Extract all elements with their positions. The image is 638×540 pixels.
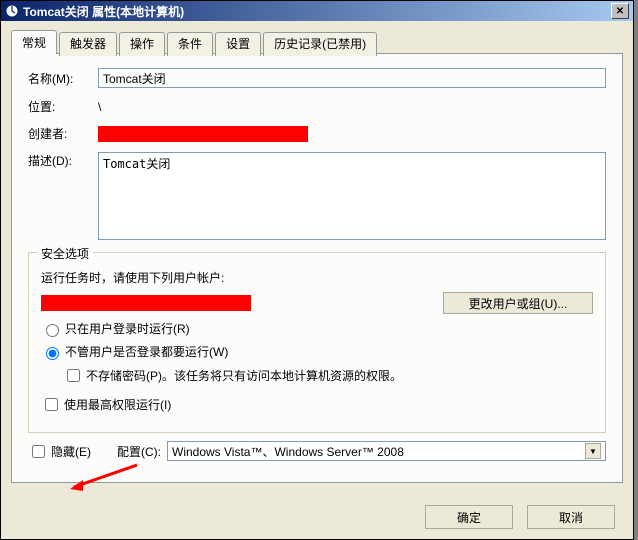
tab-actions[interactable]: 操作 bbox=[119, 32, 165, 56]
app-icon bbox=[5, 4, 19, 18]
location-label: 位置: bbox=[28, 98, 98, 115]
cancel-button[interactable]: 取消 bbox=[527, 505, 615, 529]
no-store-pwd-label: 不存储密码(P)。该任务将只有访问本地计算机资源的权限。 bbox=[86, 367, 402, 384]
dialog-buttons: 确定 取消 bbox=[425, 505, 615, 529]
highest-priv-check[interactable] bbox=[45, 398, 58, 411]
name-input[interactable] bbox=[98, 68, 606, 88]
configure-select[interactable]: Windows Vista™、Windows Server™ 2008 ▼ bbox=[167, 441, 606, 461]
tab-general[interactable]: 常规 bbox=[11, 30, 57, 54]
author-redacted bbox=[98, 126, 308, 142]
titlebar[interactable]: Tomcat关闭 属性(本地计算机) ✕ bbox=[1, 1, 633, 21]
chevron-down-icon: ▼ bbox=[585, 443, 601, 459]
configure-value: Windows Vista™、Windows Server™ 2008 bbox=[172, 443, 404, 460]
hidden-label: 隐藏(E) bbox=[51, 443, 101, 460]
tab-strip: 常规 触发器 操作 条件 设置 历史记录(已禁用) bbox=[11, 30, 623, 54]
description-label: 描述(D): bbox=[28, 152, 98, 169]
account-redacted bbox=[41, 295, 251, 311]
annotation-arrow-icon bbox=[69, 463, 139, 495]
tab-triggers[interactable]: 触发器 bbox=[59, 32, 117, 56]
tab-history[interactable]: 历史记录(已禁用) bbox=[263, 32, 377, 56]
description-input[interactable] bbox=[98, 152, 606, 240]
run-whether-label: 不管用户是否登录都要运行(W) bbox=[65, 343, 228, 360]
tab-settings[interactable]: 设置 bbox=[215, 32, 261, 56]
properties-dialog: Tomcat关闭 属性(本地计算机) ✕ 常规 触发器 操作 条件 设置 历史记… bbox=[0, 0, 634, 540]
run-whether-radio[interactable] bbox=[46, 347, 59, 360]
general-panel: 名称(M): 位置: \ 创建者: 描述(D): 安全选项 运行任务时，请使用下… bbox=[11, 53, 623, 483]
only-logged-label: 只在用户登录时运行(R) bbox=[65, 320, 190, 337]
security-options-group: 安全选项 运行任务时，请使用下列用户帐户: 更改用户或组(U)... 只在用户登… bbox=[28, 252, 606, 433]
hidden-check[interactable] bbox=[32, 445, 45, 458]
only-logged-radio[interactable] bbox=[46, 324, 59, 337]
security-legend: 安全选项 bbox=[37, 245, 93, 262]
ok-button[interactable]: 确定 bbox=[425, 505, 513, 529]
change-user-button[interactable]: 更改用户或组(U)... bbox=[443, 292, 593, 314]
location-value: \ bbox=[98, 100, 101, 114]
configure-label: 配置(C): bbox=[101, 443, 161, 460]
tab-conditions[interactable]: 条件 bbox=[167, 32, 213, 56]
window-title: Tomcat关闭 属性(本地计算机) bbox=[23, 3, 611, 20]
highest-priv-label: 使用最高权限运行(I) bbox=[64, 396, 171, 413]
run-as-label: 运行任务时，请使用下列用户帐户: bbox=[41, 269, 224, 286]
name-label: 名称(M): bbox=[28, 70, 98, 87]
author-label: 创建者: bbox=[28, 125, 98, 142]
close-button[interactable]: ✕ bbox=[611, 3, 629, 19]
no-store-pwd-check[interactable] bbox=[67, 369, 80, 382]
